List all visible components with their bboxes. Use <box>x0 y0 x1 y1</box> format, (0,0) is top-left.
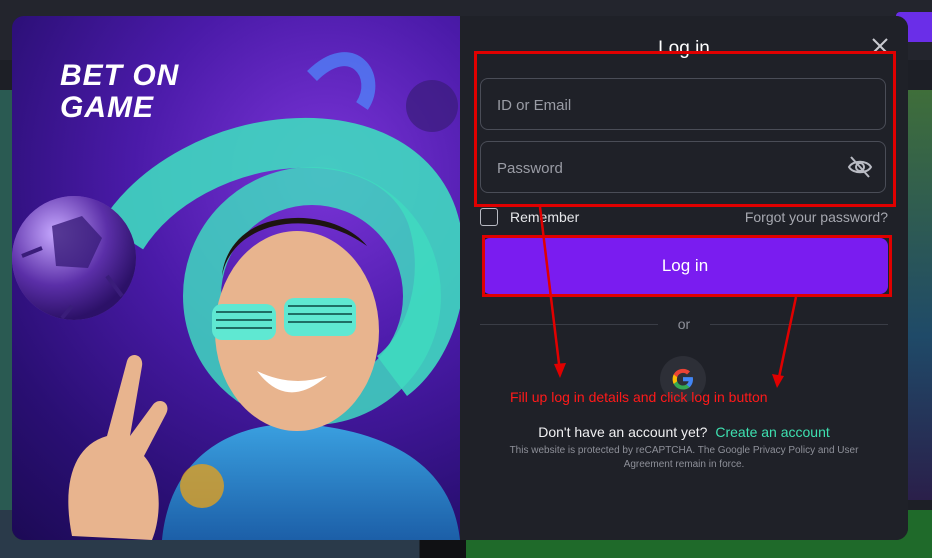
instruction-annotation: Fill up log in details and click log in … <box>510 389 768 405</box>
login-modal: BET ON GAME Log in Remember Forgot your … <box>12 16 908 540</box>
id-email-field <box>480 78 886 131</box>
background-left-strip <box>0 90 12 510</box>
remember-row: Remember Forgot your password? <box>480 207 888 229</box>
or-divider: or <box>480 316 888 334</box>
login-button[interactable]: Log in <box>482 238 888 294</box>
login-form-panel: Log in Remember Forgot your password? Lo… <box>460 16 908 540</box>
eye-off-icon[interactable] <box>847 154 873 180</box>
remember-checkbox[interactable] <box>480 208 498 226</box>
divider-line-right <box>710 324 888 325</box>
background-right-banner <box>908 90 932 500</box>
logo-line-1: BET ON <box>60 59 180 92</box>
close-icon[interactable] <box>868 34 892 58</box>
recaptcha-notice: This website is protected by reCAPTCHA. … <box>509 445 859 470</box>
remember-label: Remember <box>510 209 580 225</box>
password-field <box>480 141 886 194</box>
password-input[interactable] <box>495 142 839 194</box>
signup-prompt: Don't have an account yet? <box>538 424 708 440</box>
id-email-input[interactable] <box>495 79 839 131</box>
forgot-password-link[interactable]: Forgot your password? <box>745 209 888 225</box>
promo-panel: BET ON GAME <box>12 16 460 540</box>
logo-line-2: GAME <box>60 91 154 124</box>
signup-row: Don't have an account yet? Create an acc… <box>460 424 908 440</box>
modal-title: Log in <box>658 38 710 59</box>
create-account-link[interactable]: Create an account <box>715 424 829 440</box>
brand-logo: BET ON GAME <box>60 60 179 124</box>
